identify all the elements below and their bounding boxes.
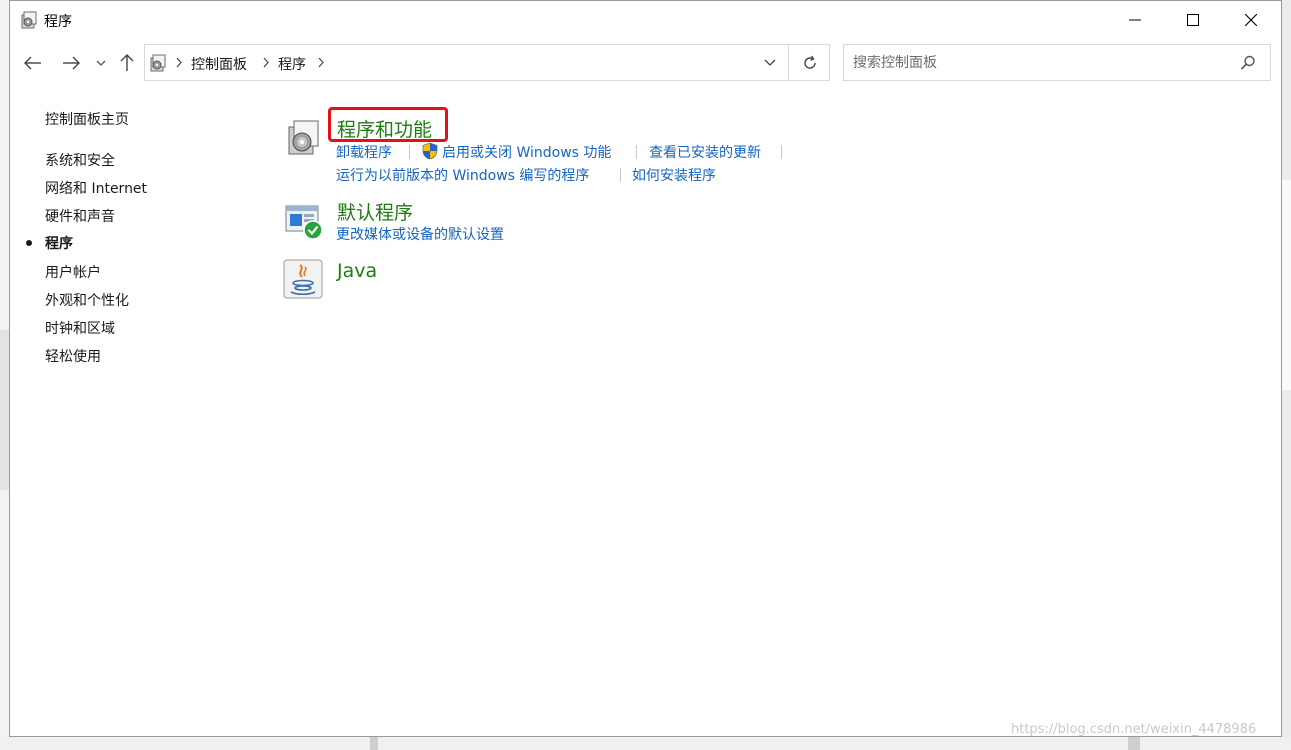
uninstall-program-link[interactable]: 卸载程序 bbox=[336, 142, 392, 162]
link-divider bbox=[620, 168, 621, 182]
java-icon[interactable] bbox=[283, 259, 323, 299]
sidebar-item-clock-region[interactable]: 时钟和区域 bbox=[45, 318, 115, 338]
background-app-bottom bbox=[0, 737, 1291, 750]
minimize-icon bbox=[1129, 19, 1141, 21]
link-divider bbox=[636, 145, 637, 159]
maximize-button[interactable] bbox=[1164, 1, 1222, 39]
sidebar-home-link[interactable]: 控制面板主页 bbox=[45, 109, 129, 129]
background-block bbox=[1128, 737, 1140, 750]
recent-locations-button[interactable] bbox=[94, 49, 108, 77]
sidebar-item-hardware-sound[interactable]: 硬件和声音 bbox=[45, 206, 115, 226]
default-programs-icon[interactable] bbox=[284, 201, 324, 241]
sidebar-item-system-security[interactable]: 系统和安全 bbox=[45, 150, 115, 170]
window-title: 程序 bbox=[44, 14, 72, 30]
refresh-button[interactable] bbox=[788, 45, 830, 80]
search-icon[interactable] bbox=[1239, 54, 1257, 72]
navigation-bar: 控制面板 程序 bbox=[10, 39, 1281, 87]
chevron-right-icon[interactable] bbox=[175, 57, 183, 68]
search-box[interactable] bbox=[843, 44, 1271, 81]
background-app-left bbox=[0, 0, 9, 750]
highlight-box bbox=[328, 107, 448, 142]
sidebar-item-user-accounts[interactable]: 用户帐户 bbox=[45, 262, 101, 282]
forward-button[interactable] bbox=[58, 49, 84, 77]
background-block bbox=[370, 737, 378, 750]
search-input[interactable] bbox=[844, 45, 1234, 80]
refresh-icon bbox=[803, 55, 816, 69]
chevron-down-icon bbox=[96, 60, 106, 66]
arrow-up-icon bbox=[120, 54, 134, 71]
change-defaults-link[interactable]: 更改媒体或设备的默认设置 bbox=[336, 224, 504, 244]
breadcrumb-control-panel[interactable]: 控制面板 bbox=[191, 54, 247, 74]
up-button[interactable] bbox=[116, 49, 138, 77]
sidebar-item-programs[interactable]: 程序 bbox=[45, 233, 73, 253]
sidebar-item-network[interactable]: 网络和 Internet bbox=[45, 178, 147, 198]
chevron-right-icon[interactable] bbox=[317, 57, 325, 68]
link-divider bbox=[409, 145, 410, 159]
java-title[interactable]: Java bbox=[337, 260, 377, 282]
compatibility-link[interactable]: 运行为以前版本的 Windows 编写的程序 bbox=[336, 165, 589, 185]
background-block bbox=[0, 330, 9, 490]
chevron-down-icon bbox=[764, 59, 776, 66]
address-history-button[interactable] bbox=[752, 45, 788, 80]
windows-features-link[interactable]: 启用或关闭 Windows 功能 bbox=[442, 142, 611, 162]
watermark: https://blog.csdn.net/weixin_4478986 bbox=[1011, 722, 1257, 737]
arrow-right-icon bbox=[63, 56, 80, 70]
title-bar[interactable]: 程序 bbox=[10, 1, 1281, 39]
close-button[interactable] bbox=[1222, 1, 1280, 39]
default-programs-title[interactable]: 默认程序 bbox=[337, 198, 413, 225]
programs-icon bbox=[21, 11, 37, 29]
sidebar-item-ease-of-access[interactable]: 轻松使用 bbox=[45, 346, 101, 366]
programs-icon bbox=[150, 54, 166, 72]
installed-updates-link[interactable]: 查看已安装的更新 bbox=[649, 142, 761, 162]
sidebar-item-appearance[interactable]: 外观和个性化 bbox=[45, 290, 129, 310]
background-app-right bbox=[1282, 0, 1291, 750]
arrow-left-icon bbox=[24, 56, 41, 70]
breadcrumb-programs[interactable]: 程序 bbox=[278, 54, 306, 74]
minimize-button[interactable] bbox=[1106, 1, 1164, 39]
back-button[interactable] bbox=[20, 49, 46, 77]
programs-features-icon[interactable] bbox=[284, 117, 324, 157]
how-to-install-link[interactable]: 如何安装程序 bbox=[632, 165, 716, 185]
chevron-right-icon[interactable] bbox=[262, 57, 270, 68]
background-block bbox=[1282, 180, 1291, 390]
maximize-icon bbox=[1187, 14, 1199, 26]
control-panel-window: 程序 控制面板 程序 搜索控制面板 控制面板主页 系统和安全 网络和 Inter… bbox=[9, 0, 1282, 737]
uac-shield-icon bbox=[422, 142, 438, 160]
address-bar[interactable]: 控制面板 程序 bbox=[144, 44, 830, 81]
close-icon bbox=[1245, 14, 1257, 26]
link-divider bbox=[781, 145, 782, 159]
current-page-bullet bbox=[26, 240, 32, 246]
